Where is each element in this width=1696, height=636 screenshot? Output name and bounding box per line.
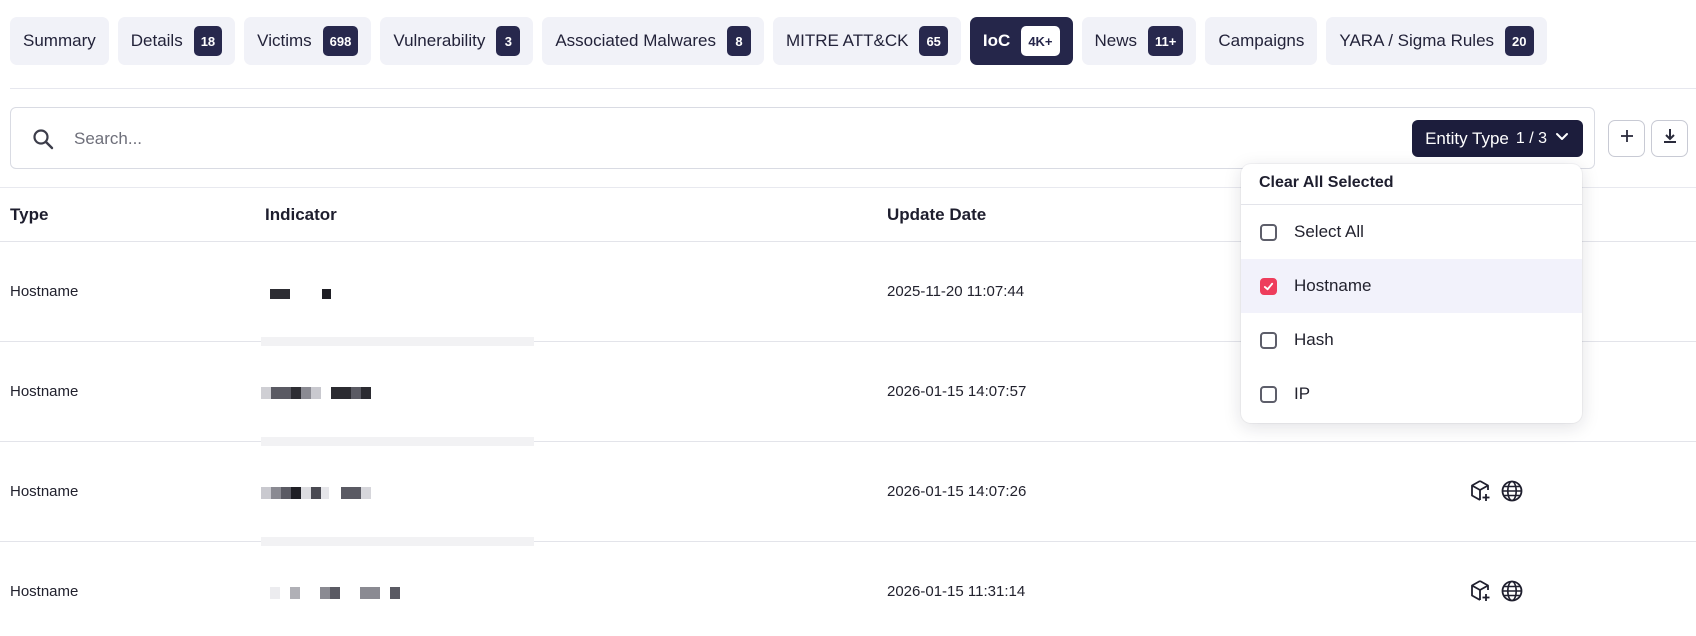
entity-type-dropdown-menu: Clear All Selected Select All Hostname H…	[1241, 164, 1582, 423]
option-hash[interactable]: Hash	[1241, 313, 1582, 367]
tab-divider	[10, 88, 1696, 89]
tab-campaigns[interactable]: Campaigns	[1205, 17, 1318, 65]
option-select-all[interactable]: Select All	[1241, 205, 1582, 259]
row-actions	[1468, 579, 1524, 607]
tab-ioc[interactable]: IoC 4K+	[969, 17, 1073, 65]
count-badge: 65	[919, 26, 948, 56]
globe-icon[interactable]	[1500, 579, 1524, 607]
chevron-down-icon	[1554, 128, 1570, 149]
update-date-cell: 2026-01-15 14:07:26	[887, 483, 1027, 500]
tab-label: Victims	[257, 31, 312, 50]
tab-summary[interactable]: Summary	[10, 17, 109, 65]
tab-bar: Summary Details 18 Victims 698 Vulnerabili…	[10, 17, 1547, 65]
add-button[interactable]	[1608, 120, 1645, 157]
tab-yara-sigma-rules[interactable]: YARA / Sigma Rules 20	[1326, 17, 1547, 65]
column-header-indicator[interactable]: Indicator	[265, 205, 337, 225]
tab-label: Details	[130, 31, 183, 50]
option-label: IP	[1294, 384, 1311, 403]
search-bar: Entity Type 1 / 3	[10, 107, 1595, 169]
checkbox[interactable]	[1260, 331, 1277, 349]
row-actions	[1468, 479, 1524, 507]
clear-all-selected-button[interactable]: Clear All Selected	[1241, 164, 1582, 205]
column-header-update-date[interactable]: Update Date	[887, 205, 986, 225]
tab-details[interactable]: Details 18	[117, 17, 236, 65]
option-ip[interactable]: IP	[1241, 367, 1582, 421]
count-badge: 20	[1505, 26, 1534, 56]
tab-news[interactable]: News 11+	[1081, 17, 1197, 65]
package-add-icon[interactable]	[1468, 579, 1492, 607]
redacted-indicator	[261, 486, 373, 499]
entity-type-dropdown-button[interactable]: Entity Type 1 / 3	[1412, 120, 1583, 157]
count-badge: 11+	[1148, 26, 1184, 56]
count-badge: 8	[726, 26, 751, 56]
tab-associated-malwares[interactable]: Associated Malwares 8	[542, 17, 764, 65]
download-button[interactable]	[1651, 120, 1688, 157]
checkbox[interactable]	[1260, 223, 1277, 241]
search-icon	[31, 127, 55, 151]
type-cell: Hostname	[10, 283, 79, 300]
count-badge: 698	[322, 26, 359, 56]
tab-vulnerability[interactable]: Vulnerability 3	[380, 17, 534, 65]
plus-icon	[1619, 128, 1635, 149]
update-date-cell: 2026-01-15 11:31:14	[887, 583, 1026, 600]
count-badge: 18	[193, 26, 223, 56]
count-badge: 4K+	[1021, 26, 1060, 56]
entity-type-label: Entity Type	[1425, 128, 1509, 148]
tab-label: IoC	[982, 31, 1011, 50]
checkbox-checked[interactable]	[1260, 277, 1277, 295]
tab-label: Summary	[23, 31, 96, 50]
tab-mitre-attack[interactable]: MITRE ATT&CK 65	[772, 17, 961, 65]
update-date-cell: 2025-11-20 11:07:44	[887, 283, 1025, 300]
entity-type-count: 1 / 3	[1515, 129, 1547, 147]
tab-label: MITRE ATT&CK	[785, 31, 909, 50]
table-row[interactable]: Hostname 2026-01-15 11:31:14	[0, 542, 1696, 636]
redacted-indicator	[261, 386, 373, 399]
option-label: Hash	[1294, 330, 1334, 349]
redacted-indicator	[270, 286, 332, 299]
tab-label: News	[1094, 31, 1138, 50]
table-row[interactable]: Hostname 2026-01-15 14:07:26	[0, 442, 1696, 546]
globe-icon[interactable]	[1500, 479, 1524, 507]
column-header-type[interactable]: Type	[10, 205, 48, 225]
type-cell: Hostname	[10, 483, 79, 500]
tab-label: Campaigns	[1218, 31, 1305, 50]
type-cell: Hostname	[10, 583, 79, 600]
redacted-indicator	[270, 586, 405, 599]
package-add-icon[interactable]	[1468, 479, 1492, 507]
tab-label: YARA / Sigma Rules	[1339, 31, 1495, 50]
checkbox[interactable]	[1260, 385, 1277, 403]
option-label: Hostname	[1294, 276, 1372, 295]
download-icon	[1662, 128, 1678, 149]
checkmark-icon	[1263, 282, 1274, 290]
tab-victims[interactable]: Victims 698	[244, 17, 372, 65]
tab-label: Vulnerability	[393, 31, 486, 50]
search-input[interactable]	[74, 122, 1074, 156]
update-date-cell: 2026-01-15 14:07:57	[887, 383, 1027, 400]
tab-label: Associated Malwares	[555, 31, 716, 50]
count-badge: 3	[496, 26, 521, 56]
type-cell: Hostname	[10, 383, 79, 400]
option-label: Select All	[1294, 222, 1364, 241]
option-hostname[interactable]: Hostname	[1241, 259, 1582, 313]
